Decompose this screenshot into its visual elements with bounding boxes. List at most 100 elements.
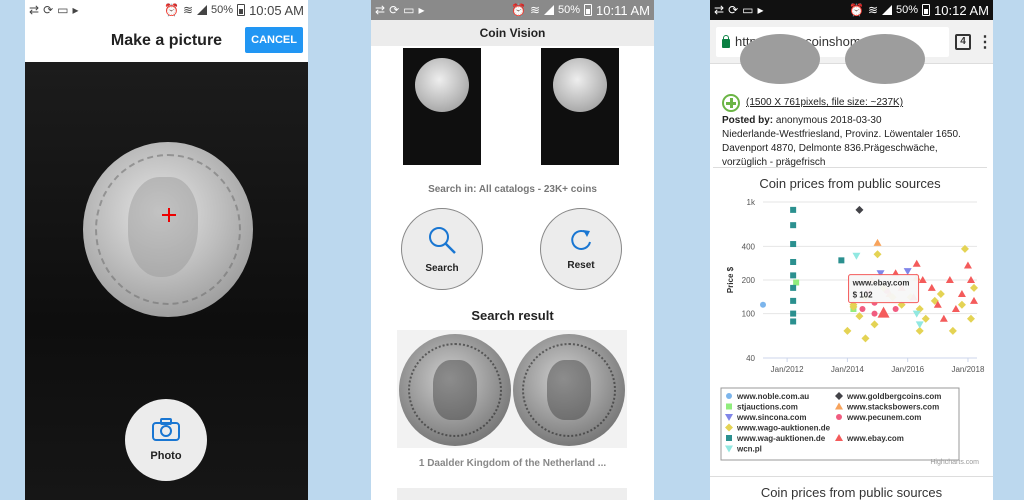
alarm-icon: ⏰ [849, 3, 864, 17]
status-bar: ⇄ ⟳ ▭ ▸ ⏰ ≋ 50% 10:05 AM [25, 0, 308, 20]
chart-credit[interactable]: Highcharts.com [930, 459, 979, 466]
data-point [939, 314, 948, 322]
battery-percent: 50% [558, 4, 581, 16]
hd-icon: ▭ [403, 3, 415, 17]
data-point [951, 304, 960, 312]
hd-icon: ▭ [742, 3, 754, 17]
data-point [969, 296, 978, 304]
y-tick-label: 400 [742, 242, 756, 251]
data-point [969, 283, 978, 292]
y-tick-label: 100 [742, 310, 756, 319]
data-point [936, 289, 945, 298]
camera-preview[interactable]: Photo [25, 62, 308, 500]
data-point [957, 300, 966, 309]
signal-icon [544, 5, 554, 15]
chart-title-second: Coin prices from public sources [710, 476, 993, 500]
tooltip-value: $ 102 [853, 291, 874, 300]
battery-icon [922, 4, 931, 16]
data-point [760, 301, 766, 308]
legend-label: www.wag-auktionen.de [736, 434, 826, 443]
tooltip-series: www.ebay.com [852, 279, 910, 288]
search-label: Search [425, 263, 459, 274]
reverse-thumbnail[interactable] [541, 48, 619, 165]
price-chart: Coin prices from public sources 1k 400 200… [713, 167, 987, 467]
chart-plot[interactable]: 1k 400 200 100 40 Jan/2012 Jan/2014 Jan/2016 Jan… [713, 196, 987, 461]
data-point [915, 321, 924, 329]
sync-icon: ⟳ [43, 3, 54, 17]
posted-by-label: Posted by: [722, 115, 774, 126]
y-tick-label: 1k [747, 198, 756, 207]
tabs-button[interactable]: 4 [955, 33, 971, 50]
reset-label: Reset [567, 260, 595, 271]
legend-label: www.stacksbowers.com [846, 403, 939, 412]
screen-coin-vision: ⇄ ⟳ ▭ ▸ ⏰ ≋ 50% 10:11 AM Coin Vision Sea… [371, 0, 654, 500]
notification-icons: ⇄ ⟳ ▭ ▸ [29, 3, 79, 17]
data-point [790, 258, 797, 265]
data-point [871, 310, 878, 317]
media-icon: ▸ [418, 3, 425, 17]
alarm-icon: ⏰ [510, 3, 526, 17]
data-point [843, 326, 852, 335]
legend-label: www.noble.com.au [736, 392, 809, 401]
data-point [870, 320, 879, 329]
more-menu-icon[interactable]: ⋮ [977, 32, 993, 52]
data-point [861, 334, 870, 343]
data-point [963, 261, 972, 269]
legend-marker [726, 403, 732, 410]
legend-marker [836, 414, 842, 420]
lock-icon [722, 34, 730, 48]
captured-thumbnails [371, 46, 654, 166]
coin-image [740, 34, 820, 84]
legend-label: www.pecunem.com [846, 413, 921, 422]
result-obverse-image [399, 334, 511, 446]
y-tick-label: 200 [742, 276, 756, 285]
clock: 10:12 AM [934, 2, 989, 18]
coin-preview-image [83, 142, 253, 317]
data-point [790, 297, 797, 304]
reset-button[interactable]: Reset [540, 208, 622, 290]
coin-image-strip [710, 34, 993, 86]
result-caption[interactable]: 1 Daalder Kingdom of the Netherland ... [371, 458, 654, 469]
camera-icon [152, 418, 180, 441]
wifi-icon: ≋ [529, 3, 540, 17]
search-button[interactable]: Search [401, 208, 483, 290]
y-tick-label: 40 [746, 354, 755, 363]
data-point [859, 305, 866, 312]
obverse-thumbnail[interactable] [403, 48, 481, 165]
data-point [790, 318, 797, 325]
swap-icon: ⇄ [29, 3, 40, 17]
image-size-link[interactable]: (1500 X 761pixels, file size: ~237K) [746, 96, 903, 110]
status-bar: ⇄ ⟳ ▭ ▸ ⏰ ≋ 50% 10:12 AM [710, 0, 993, 20]
screen-make-picture: ⇄ ⟳ ▭ ▸ ⏰ ≋ 50% 10:05 AM Make a picture … [25, 0, 308, 500]
app-header: Make a picture CANCEL [25, 20, 308, 62]
legend-label: www.goldbergcoins.com [846, 392, 941, 401]
data-point [790, 272, 797, 279]
x-tick-label: Jan/2014 [831, 365, 864, 374]
data-point [903, 268, 912, 276]
swap-icon: ⇄ [714, 3, 725, 17]
result-coin-image[interactable] [397, 330, 627, 448]
sync-icon: ⟳ [728, 3, 739, 17]
screen-browser: ⇄ ⟳ ▭ ▸ ⏰ ≋ 50% 10:12 AM https://www.coi… [710, 0, 993, 500]
signal-icon [197, 5, 208, 15]
next-result-image[interactable] [397, 488, 627, 500]
clock: 10:11 AM [596, 2, 650, 18]
data-point [855, 205, 864, 214]
legend-label: www.wago-auktionen.de [736, 424, 831, 433]
data-point [927, 283, 936, 291]
coin-info: (1500 X 761pixels, file size: ~237K) Pos… [710, 86, 993, 170]
data-point [838, 257, 845, 264]
data-point [966, 314, 975, 323]
crosshair-icon [162, 208, 176, 222]
data-point [957, 289, 966, 297]
reset-icon [571, 229, 591, 250]
data-point [790, 284, 797, 291]
page-content: (1500 X 761pixels, file size: ~237K) Pos… [710, 34, 993, 500]
cancel-button[interactable]: CANCEL [245, 27, 303, 53]
sync-icon: ⟳ [389, 3, 400, 17]
enlarge-icon[interactable] [722, 94, 740, 112]
x-tick-label: Jan/2016 [891, 365, 924, 374]
alarm-icon: ⏰ [164, 3, 179, 17]
photo-button[interactable]: Photo [125, 399, 207, 481]
data-point [790, 222, 797, 229]
